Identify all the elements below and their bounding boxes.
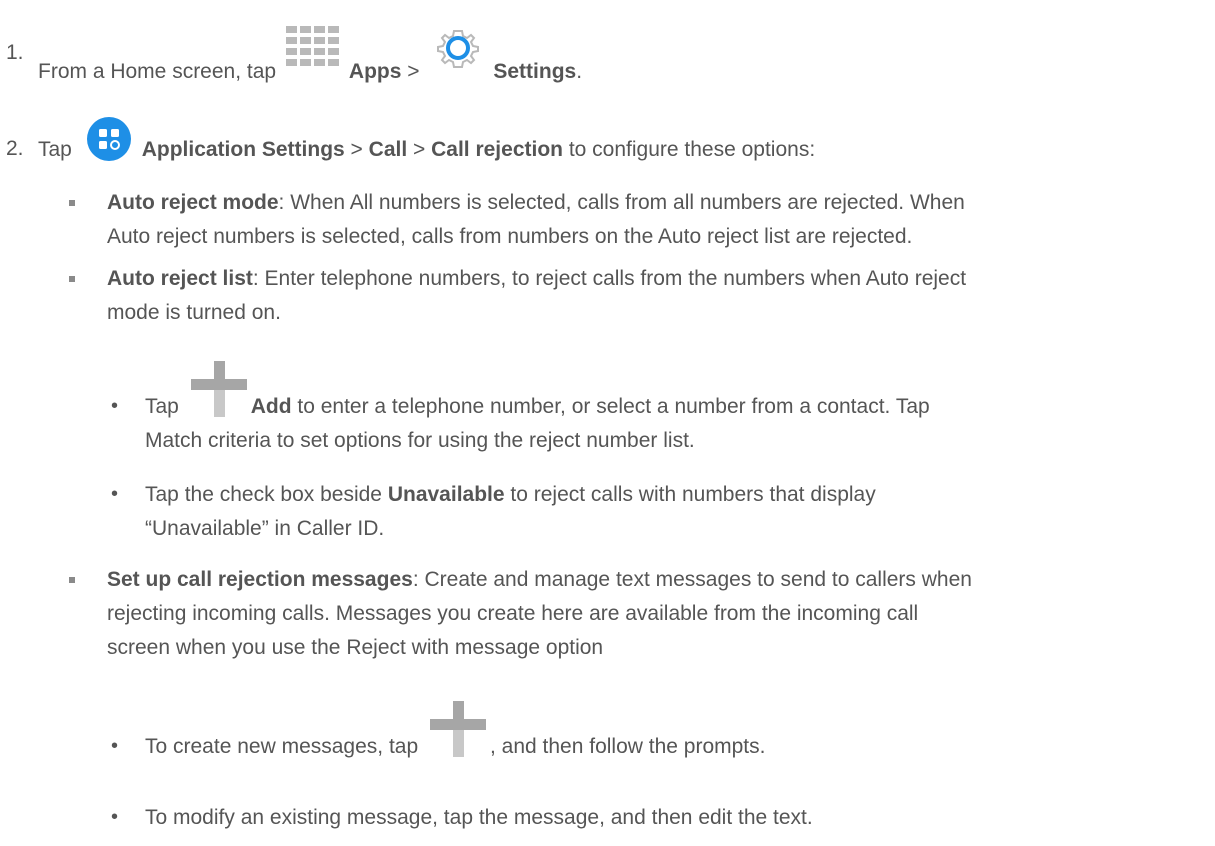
square-bullet (69, 577, 75, 583)
square-bullet (69, 200, 75, 206)
auto-reject-mode-text: Auto reject mode: When All numbers is se… (107, 191, 965, 214)
auto-reject-list-text: mode is turned on. (107, 301, 281, 324)
plus-icon (190, 361, 247, 417)
application-settings-icon (86, 116, 132, 162)
step-number: 1. (6, 41, 24, 64)
plus-icon (429, 701, 486, 757)
step-1: From a Home screen, tap Apps > Settings. (38, 26, 582, 83)
settings-label: Settings (493, 60, 577, 83)
add-instruction: Match criteria to set options for using … (145, 429, 695, 452)
round-bullet: • (111, 395, 119, 417)
settings-gear-icon (431, 26, 485, 70)
round-bullet: • (111, 735, 119, 757)
apps-icon (285, 26, 343, 70)
round-bullet: • (111, 806, 119, 828)
add-instruction: Tap Add to enter a telephone number, or … (145, 361, 930, 420)
step-number: 2. (6, 137, 24, 160)
step-2: Tap Application Settings > Call > Call r… (38, 117, 815, 163)
rejection-messages-text: Set up call rejection messages: Create a… (107, 568, 972, 591)
unavailable-instruction: Tap the check box beside Unavailable to … (145, 483, 876, 506)
modify-message-instruction: To modify an existing message, tap the m… (145, 806, 813, 829)
auto-reject-list-text: Auto reject list: Enter telephone number… (107, 267, 967, 290)
auto-reject-mode-text: Auto reject numbers is selected, calls f… (107, 225, 913, 248)
rejection-messages-text: rejecting incoming calls. Messages you c… (107, 602, 919, 625)
round-bullet: • (111, 483, 119, 505)
unavailable-instruction: “Unavailable” in Caller ID. (145, 517, 385, 540)
square-bullet (69, 276, 75, 282)
rejection-messages-text: screen when you use the Reject with mess… (107, 636, 604, 659)
apps-label: Apps (348, 60, 402, 83)
create-message-instruction: To create new messages, tap , and then f… (145, 701, 765, 760)
